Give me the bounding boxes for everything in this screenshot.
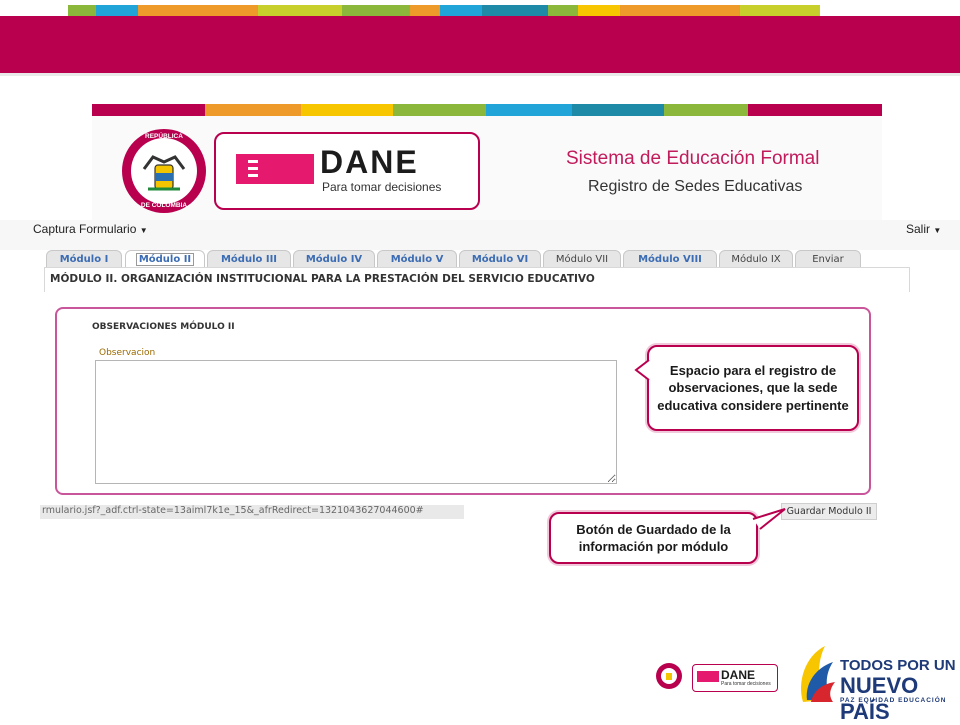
tab-modulo-6[interactable]: Módulo VI (459, 250, 541, 268)
todos-line1: TODOS POR UN (840, 657, 956, 674)
footer-seal (656, 663, 682, 689)
tab-modulo-3[interactable]: Módulo III (207, 250, 291, 268)
capture-form-label: Captura Formulario (33, 222, 137, 236)
seal-text-top: REPÚBLICA (145, 133, 183, 140)
observation-section-title: OBSERVACIONES MÓDULO II (92, 322, 235, 332)
tab-modulo-8[interactable]: Módulo VIII (623, 250, 717, 268)
status-url: rmulario.jsf?_adf.ctrl-state=13aiml7k1e_… (42, 505, 424, 516)
capture-form-menu[interactable]: Captura Formulario ▼ (33, 222, 148, 236)
caret-down-icon: ▼ (933, 226, 942, 235)
colombia-seal: REPÚBLICA DE COLOMBIA (122, 129, 206, 213)
footer-dane-logo: DANE Para tomar decisiones (692, 664, 778, 692)
tab-modulo-9[interactable]: Módulo IX (719, 250, 793, 268)
footer-dane-mark (697, 671, 719, 682)
todos-logo-mark (795, 642, 837, 706)
header-band (0, 16, 960, 73)
tab-modulo-4[interactable]: Módulo IV (293, 250, 375, 268)
dane-wordmark: DANE (320, 144, 419, 180)
save-callout-text: Botón de Guardado de la información por … (576, 521, 731, 554)
observation-textarea[interactable] (95, 360, 617, 484)
observation-callout: Espacio para el registro de observacione… (647, 345, 859, 431)
module-title: MÓDULO II. ORGANIZACIÓN INSTITUCIONAL PA… (50, 273, 595, 285)
observation-callout-text: Espacio para el registro de observacione… (657, 363, 849, 413)
shield-icon (661, 668, 677, 684)
dane-logo-mark (236, 154, 314, 184)
footer-dane-word: DANE (721, 668, 756, 682)
callout-pointer-right (752, 508, 786, 530)
top-strip-gap-left (96, 0, 136, 5)
save-callout: Botón de Guardado de la información por … (549, 512, 758, 564)
todos-line3: PAZ EQUIDAD EDUCACIÓN (840, 697, 947, 704)
seal-text-bottom: DE COLOMBIA (140, 202, 188, 209)
save-module-button[interactable]: Guardar Modulo II (781, 503, 877, 520)
observation-label: Observacion (99, 348, 156, 358)
status-url-bar: rmulario.jsf?_adf.ctrl-state=13aiml7k1e_… (40, 505, 464, 519)
shield-icon (131, 138, 197, 204)
callout-pointer-left (634, 359, 650, 381)
save-module-label: Guardar Modulo II (786, 506, 872, 517)
system-subtitle: Registro de Sedes Educativas (588, 178, 803, 195)
logout-menu[interactable]: Salir ▼ (906, 222, 941, 236)
dane-tagline: Para tomar decisiones (322, 180, 442, 194)
caret-down-icon: ▼ (139, 226, 148, 235)
flag-swoosh-icon (801, 646, 835, 702)
tab-modulo-5[interactable]: Módulo V (377, 250, 457, 268)
footer-dane-tagline: Para tomar decisiones (721, 681, 771, 687)
logout-label: Salir (906, 222, 931, 236)
tab-modulo-2[interactable]: Módulo II (125, 250, 205, 268)
app-color-strip (92, 104, 882, 116)
tab-enviar[interactable]: Enviar (795, 250, 861, 268)
system-title: Sistema de Educación Formal (566, 148, 820, 169)
dane-logo-box: DANE Para tomar decisiones (214, 132, 480, 210)
tab-modulo-7[interactable]: Módulo VII (543, 250, 621, 268)
app-header: REPÚBLICA DE COLOMBIA DANE Para tomar de… (92, 116, 882, 220)
top-color-strip (68, 5, 820, 16)
tab-modulo-1[interactable]: Módulo I (46, 250, 122, 268)
header-band-shadow (0, 73, 960, 76)
